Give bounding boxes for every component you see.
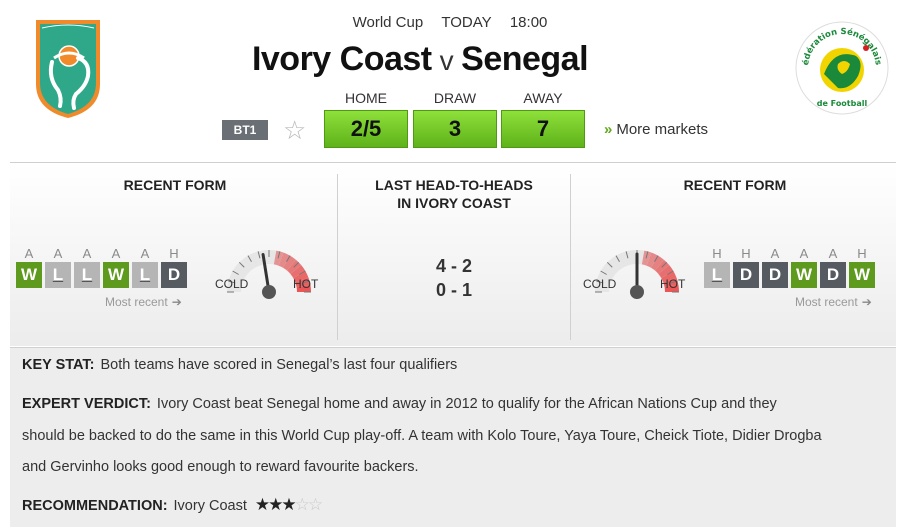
expert-verdict-line3: and Gervinho looks good enough to reward…: [22, 459, 419, 475]
federation-bottom-text: de Football: [817, 99, 868, 108]
gauge-hub: [262, 285, 276, 299]
form-result: HL: [704, 246, 730, 288]
expert-verdict-line1: EXPERT VERDICT: Ivory Coast beat Senegal …: [22, 394, 777, 414]
arrow-right-icon: ➔: [171, 295, 182, 309]
senegal-football-federation-logo: Fédération Sénégalaise de Football: [794, 18, 889, 115]
venue-label: A: [111, 246, 121, 261]
h2h-title-line2: IN IVORY COAST: [397, 195, 511, 211]
result-badge: W: [16, 262, 42, 288]
rating-stars: ★★★☆☆: [254, 495, 323, 515]
key-stat-label: KEY STAT:: [22, 357, 95, 373]
home-form-sequence: AWALALAWALHD: [16, 246, 187, 288]
result-badge: L: [74, 262, 100, 288]
form-result: HW: [849, 246, 875, 288]
form-result: AL: [74, 246, 100, 288]
rating-star-icon: ☆: [294, 495, 310, 514]
home-odds-label: HOME: [345, 90, 387, 106]
gauge-hot-label: HOT: [293, 277, 319, 291]
home-team-name: Ivory Coast: [251, 40, 432, 78]
away-form-sequence: HLHDADAWADHW: [704, 246, 875, 288]
most-recent-label: Most recent: [105, 295, 168, 309]
away-team-name: Senegal: [461, 40, 589, 78]
verdict-text: Ivory Coast beat Senegal home and away i…: [156, 396, 777, 412]
form-result: AW: [16, 246, 42, 288]
result-badge: W: [849, 262, 875, 288]
venue-label: H: [169, 246, 179, 261]
venue-label: H: [857, 246, 867, 261]
away-most-recent-hint: Most recent ➔: [795, 295, 872, 309]
form-result: AL: [45, 246, 71, 288]
gauge-cold-label: COLD: [215, 277, 249, 291]
key-stat: KEY STAT: Both teams have scored in Seneg…: [22, 355, 457, 375]
double-chevron-right-icon: »: [604, 121, 613, 138]
expert-verdict-line2: should be backed to do the same in this …: [22, 428, 822, 444]
form-result: AW: [103, 246, 129, 288]
rating-star-icon: ★: [268, 495, 283, 514]
venue-label: A: [828, 246, 838, 261]
draw-odds-label: DRAW: [433, 90, 477, 106]
gauge-hub: [630, 285, 644, 299]
bt1-badge: BT1: [222, 120, 268, 140]
column-divider: [337, 174, 338, 340]
arrow-right-icon: ➔: [861, 295, 872, 309]
rating-star-icon: ★: [254, 495, 270, 514]
result-badge: D: [820, 262, 846, 288]
competition-label: World Cup: [352, 14, 424, 31]
recommendation-text: Ivory Coast: [173, 498, 247, 514]
key-stat-text: Both teams have scored in Senegal’s last…: [100, 357, 458, 373]
match-meta: World Cup TODAY 18:00: [0, 14, 900, 31]
h2h-title: LAST HEAD-TO-HEADS IN IVORY COAST: [340, 176, 568, 212]
venue-label: A: [82, 246, 92, 261]
draw-odds-button[interactable]: 3: [413, 110, 497, 148]
recommendation: RECOMMENDATION: Ivory Coast ★★★☆☆: [22, 495, 323, 516]
rating-star-icon: ★: [281, 495, 296, 514]
h2h-score: 4 - 2: [435, 256, 473, 276]
h2h-title-line1: LAST HEAD-TO-HEADS: [375, 177, 533, 193]
more-markets-link[interactable]: » More markets: [604, 121, 708, 138]
gauge-cold-label: COLD: [583, 277, 617, 291]
form-result: AW: [791, 246, 817, 288]
form-result: AD: [762, 246, 788, 288]
column-divider: [570, 174, 571, 340]
venue-label: A: [53, 246, 63, 261]
result-badge: W: [791, 262, 817, 288]
venue-label: A: [24, 246, 34, 261]
match-header: World Cup TODAY 18:00 Ivory Coast v Senega…: [0, 0, 900, 162]
day-label: TODAY: [441, 14, 492, 31]
result-badge: D: [161, 262, 187, 288]
result-badge: L: [704, 262, 730, 288]
away-odds-button[interactable]: 7: [501, 110, 585, 148]
kickoff-time: 18:00: [509, 14, 548, 31]
venue-label: H: [741, 246, 751, 261]
most-recent-label: Most recent: [795, 295, 858, 309]
recommendation-label: RECOMMENDATION:: [22, 498, 168, 514]
expert-verdict-label: EXPERT VERDICT:: [22, 396, 151, 412]
venue-label: A: [140, 246, 150, 261]
match-title: Ivory Coast v Senegal: [0, 40, 840, 79]
away-recent-form-title: RECENT FORM: [683, 177, 787, 193]
form-result: AD: [820, 246, 846, 288]
result-badge: L: [132, 262, 158, 288]
form-result: HD: [733, 246, 759, 288]
result-badge: D: [762, 262, 788, 288]
result-badge: D: [733, 262, 759, 288]
more-markets-label: More markets: [616, 121, 709, 138]
rating-star-icon: ☆: [307, 495, 323, 514]
home-recent-form-title: RECENT FORM: [123, 177, 227, 193]
home-odds-button[interactable]: 2/5: [324, 110, 408, 148]
versus-label: v: [439, 45, 454, 76]
form-result: AL: [132, 246, 158, 288]
form-result: HD: [161, 246, 187, 288]
venue-label: A: [799, 246, 809, 261]
home-most-recent-hint: Most recent ➔: [105, 295, 182, 309]
venue-label: A: [770, 246, 780, 261]
h2h-scores: 4 - 2 0 - 1: [340, 254, 568, 302]
favorite-star-icon[interactable]: ☆: [283, 116, 311, 144]
result-badge: W: [103, 262, 129, 288]
h2h-score: 0 - 1: [435, 280, 473, 300]
gauge-hot-label: HOT: [660, 277, 686, 291]
venue-label: H: [712, 246, 722, 261]
away-odds-label: AWAY: [523, 90, 563, 106]
result-badge: L: [45, 262, 71, 288]
